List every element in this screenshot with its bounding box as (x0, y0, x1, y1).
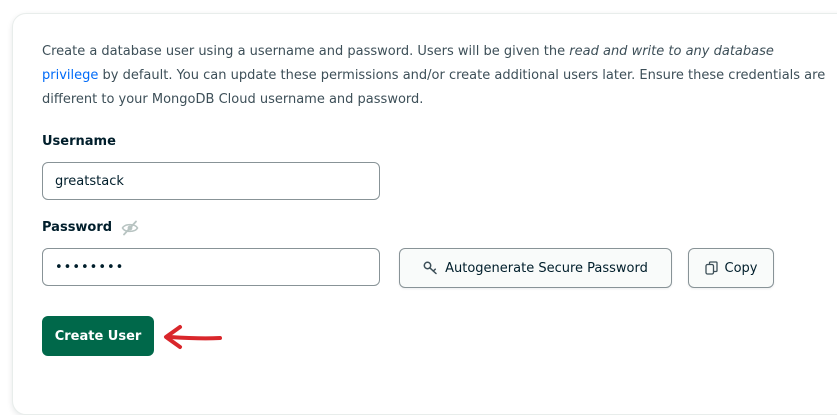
username-value: greatstack (55, 173, 124, 189)
copy-button[interactable]: Copy (688, 248, 774, 288)
username-label: Username (42, 134, 116, 149)
autogenerate-password-label: Autogenerate Secure Password (445, 260, 648, 276)
privilege-link[interactable]: privilege (42, 68, 98, 83)
copy-icon (704, 261, 718, 275)
intro-text-part1: Create a database user using a username … (42, 44, 570, 59)
privilege-italic-text: read and write to any database (569, 44, 774, 59)
create-user-label: Create User (54, 328, 142, 344)
key-icon (423, 261, 437, 275)
username-input[interactable]: greatstack (42, 162, 380, 200)
intro-text: Create a database user using a username … (42, 40, 832, 112)
create-user-button[interactable]: Create User (42, 316, 154, 356)
password-label: Password (42, 220, 113, 235)
password-input[interactable]: •••••••• (42, 248, 380, 286)
red-arrow-annotation (164, 325, 222, 349)
copy-label: Copy (724, 260, 758, 276)
intro-text-part2: by default. You can update these permiss… (42, 68, 826, 107)
password-value: •••••••• (55, 259, 125, 275)
eye-off-icon[interactable] (121, 220, 139, 236)
autogenerate-password-button[interactable]: Autogenerate Secure Password (399, 248, 672, 288)
